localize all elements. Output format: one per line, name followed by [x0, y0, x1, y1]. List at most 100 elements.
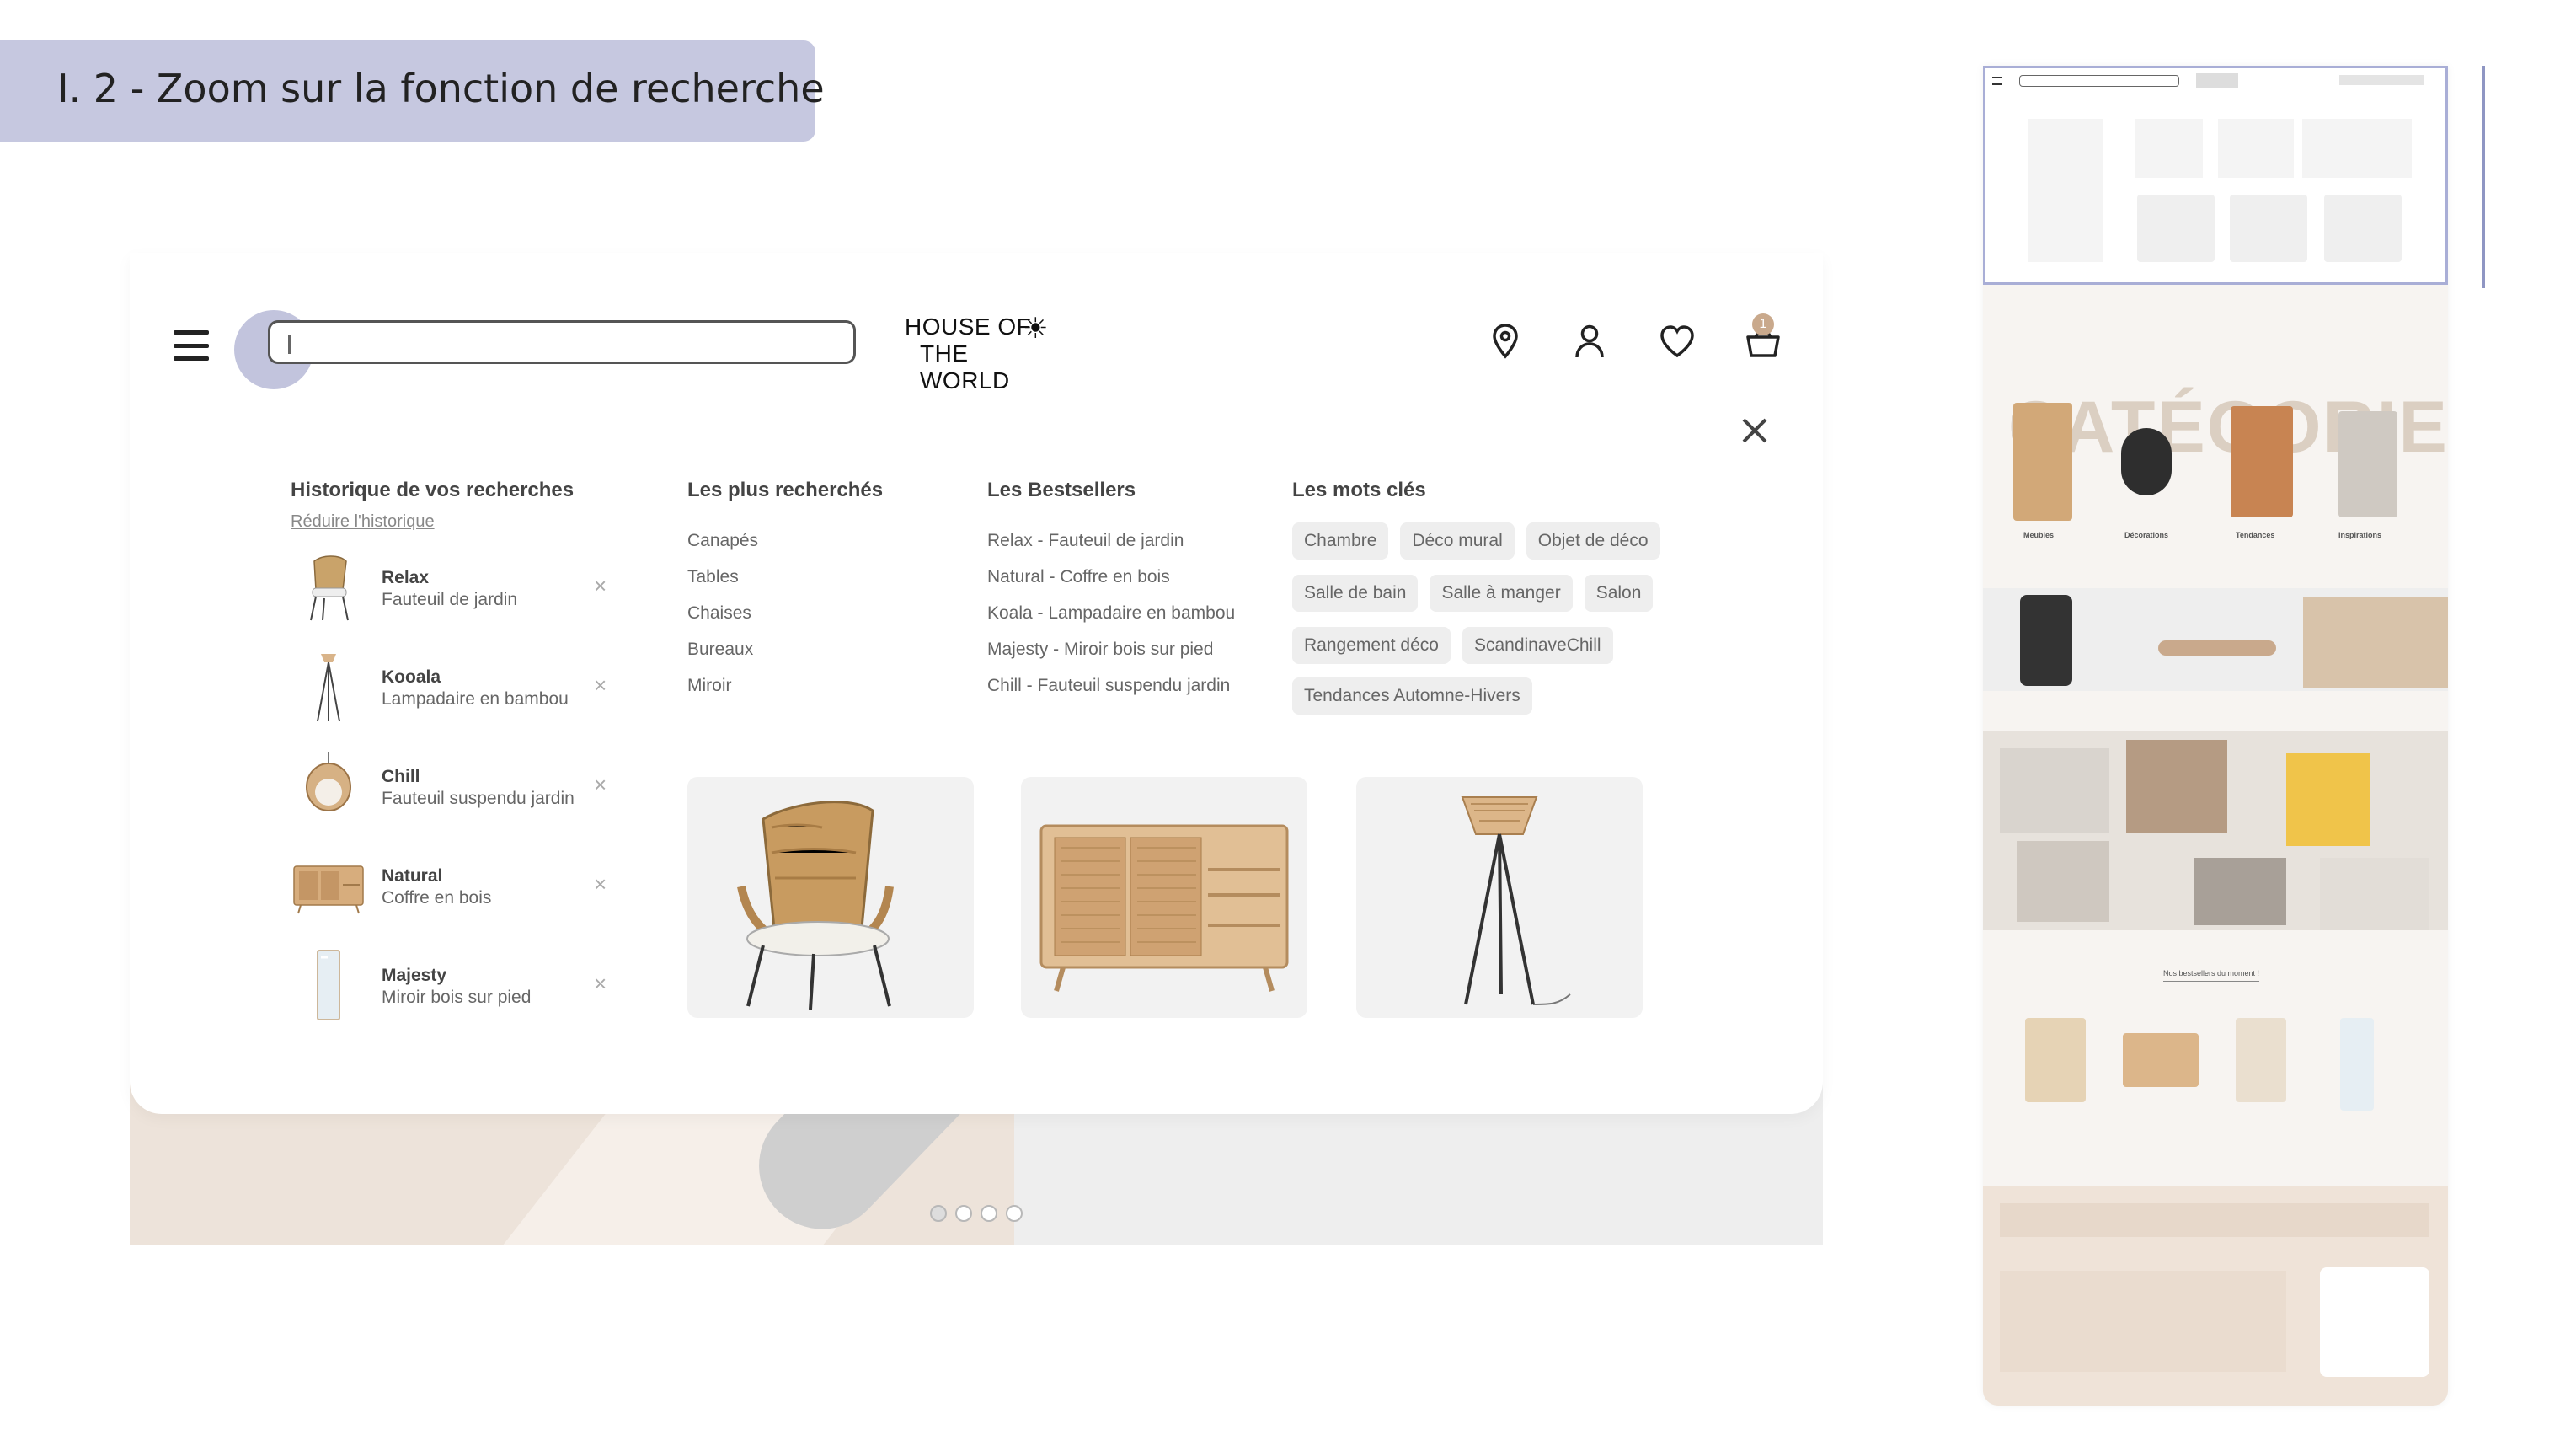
keyword-tag[interactable]: Rangement déco — [1292, 627, 1451, 664]
map-pin-icon[interactable] — [1484, 320, 1526, 362]
sideboard-image — [1039, 824, 1289, 992]
category-label: Décorations — [2124, 531, 2169, 539]
newsletter-box — [2320, 1267, 2429, 1377]
armchair-icon — [310, 555, 349, 621]
product-card-floor-lamp[interactable] — [1356, 777, 1643, 1018]
logo-line2: THE WORLD — [920, 340, 1010, 394]
history-item-sub: Fauteuil de jardin — [382, 590, 518, 609]
category-label: Tendances — [2236, 531, 2275, 539]
mini-header-icons — [2339, 75, 2424, 85]
user-icon[interactable] — [1569, 320, 1611, 362]
remove-icon[interactable]: × — [594, 971, 607, 997]
history-item-sub: Miroir bois sur pied — [382, 988, 532, 1007]
menu-icon[interactable] — [174, 330, 209, 361]
slide-title: I. 2 - Zoom sur la fonction de recherche — [57, 66, 825, 111]
mini-product — [2340, 1018, 2374, 1111]
cart-count-badge: 1 — [1752, 313, 1774, 335]
collage-photo — [2017, 841, 2109, 922]
bestsellers-caption: Nos bestsellers du moment ! — [2163, 969, 2260, 982]
history-item-sub: Fauteuil suspendu jardin — [382, 789, 575, 808]
category-label: Meubles — [2023, 531, 2055, 539]
phone-image — [2020, 595, 2072, 686]
most-searched-list: Canapés Tables Chaises Bureaux Miroir — [687, 522, 758, 704]
carousel-dots — [930, 1205, 1023, 1222]
keyword-row: Salle de bain Salle à manger Salon — [1292, 575, 1654, 612]
mini-logo — [2196, 73, 2238, 88]
remove-icon[interactable]: × — [594, 871, 607, 897]
category-image-decoration — [2121, 428, 2172, 495]
keywords-heading: Les mots clés — [1292, 479, 1426, 501]
logo-line1: HOUSE OF — [905, 313, 1032, 340]
bestsellers-heading: Les Bestsellers — [987, 479, 1136, 501]
bed-image — [2303, 597, 2448, 688]
ar-banner — [1983, 588, 2448, 691]
most-searched-item[interactable]: Miroir — [687, 667, 758, 704]
bestseller-item[interactable]: Relax - Fauteuil de jardin — [987, 522, 1235, 559]
close-icon[interactable] — [1735, 411, 1774, 450]
most-searched-item[interactable]: Chaises — [687, 595, 758, 631]
product-card-sideboard[interactable] — [1021, 777, 1307, 1018]
history-item[interactable]: Chill Fauteuil suspendu jardin × — [291, 748, 628, 833]
floor-lamp-image — [1461, 796, 1571, 1005]
hanging-chair-icon — [306, 752, 351, 811]
footer-link-columns — [2000, 1271, 2286, 1372]
keyword-row: Rangement déco ScandinaveChill — [1292, 627, 1613, 664]
remove-icon[interactable]: × — [594, 672, 607, 699]
history-item[interactable]: Majesty Miroir bois sur pied × — [291, 947, 628, 1031]
search-input[interactable] — [268, 320, 856, 364]
history-item[interactable]: Relax Fauteuil de jardin × — [291, 549, 628, 634]
collage-photo — [2126, 740, 2227, 833]
keyword-tag[interactable]: Objet de déco — [1526, 522, 1660, 560]
carousel-dot[interactable] — [955, 1205, 972, 1222]
bestseller-item[interactable]: Koala - Lampadaire en bambou — [987, 595, 1235, 631]
mini-keywords-column — [2302, 119, 2412, 178]
bestseller-item[interactable]: Chill - Fauteuil suspendu jardin — [987, 667, 1235, 704]
most-searched-heading: Les plus recherchés — [687, 479, 884, 501]
keyword-tag[interactable]: Chambre — [1292, 522, 1389, 560]
history-item-name: Relax — [382, 568, 430, 587]
keyword-tag[interactable]: Salle à manger — [1430, 575, 1573, 612]
keyword-tag[interactable]: Salle de bain — [1292, 575, 1419, 612]
history-item-name: Kooala — [382, 667, 441, 687]
mini-bestsellers-column — [2218, 119, 2294, 178]
bestseller-item[interactable]: Majesty - Miroir bois sur pied — [987, 631, 1235, 667]
mini-most-searched-column — [2135, 119, 2203, 178]
carousel-dot[interactable] — [1006, 1205, 1023, 1222]
bestseller-item[interactable]: Natural - Coffre en bois — [987, 559, 1235, 595]
most-searched-item[interactable]: Tables — [687, 559, 758, 595]
history-item[interactable]: Kooala Lampadaire en bambou × — [291, 649, 628, 733]
most-searched-item[interactable]: Bureaux — [687, 631, 758, 667]
keyword-tag[interactable]: Tendances Automne-Hivers — [1292, 677, 1532, 715]
remove-icon[interactable]: × — [594, 573, 607, 599]
mini-product-card — [2137, 195, 2215, 262]
most-searched-item[interactable]: Canapés — [687, 522, 758, 559]
reduce-history-link[interactable]: Réduire l'historique — [291, 512, 435, 532]
heart-icon[interactable] — [1656, 320, 1698, 362]
mirror-icon — [317, 950, 340, 1020]
carousel-dot[interactable] — [930, 1205, 947, 1222]
mini-menu-icon — [1992, 77, 2002, 85]
keyword-tag[interactable]: ScandinaveChill — [1462, 627, 1613, 664]
collage-photo — [2320, 858, 2429, 930]
mini-product — [2025, 1018, 2086, 1102]
mini-product-card — [2324, 195, 2402, 262]
collage-photo — [2000, 748, 2109, 833]
history-item-sub: Lampadaire en bambou — [382, 689, 569, 709]
keyword-tag[interactable]: Déco mural — [1400, 522, 1515, 560]
history-item[interactable]: Natural Coffre en bois × — [291, 848, 628, 932]
collage-photo — [2194, 858, 2286, 925]
sideboard-icon — [293, 865, 364, 914]
remove-icon[interactable]: × — [594, 772, 607, 798]
mini-product — [2236, 1018, 2286, 1102]
brand-logo[interactable]: HOUSE OF ☀ THE WORLD — [905, 313, 1065, 394]
keyword-tag[interactable]: Salon — [1584, 575, 1654, 612]
mini-product — [2123, 1033, 2199, 1087]
history-heading: Historique de vos recherches — [291, 479, 575, 501]
history-item-name: Majesty — [382, 966, 447, 985]
history-item-name: Chill — [382, 767, 420, 786]
category-image-furniture — [2013, 403, 2072, 521]
product-card-armchair[interactable] — [687, 777, 974, 1018]
category-label: Inspirations — [2338, 531, 2382, 539]
carousel-dot[interactable] — [981, 1205, 997, 1222]
category-image-inspirations — [2338, 411, 2397, 517]
